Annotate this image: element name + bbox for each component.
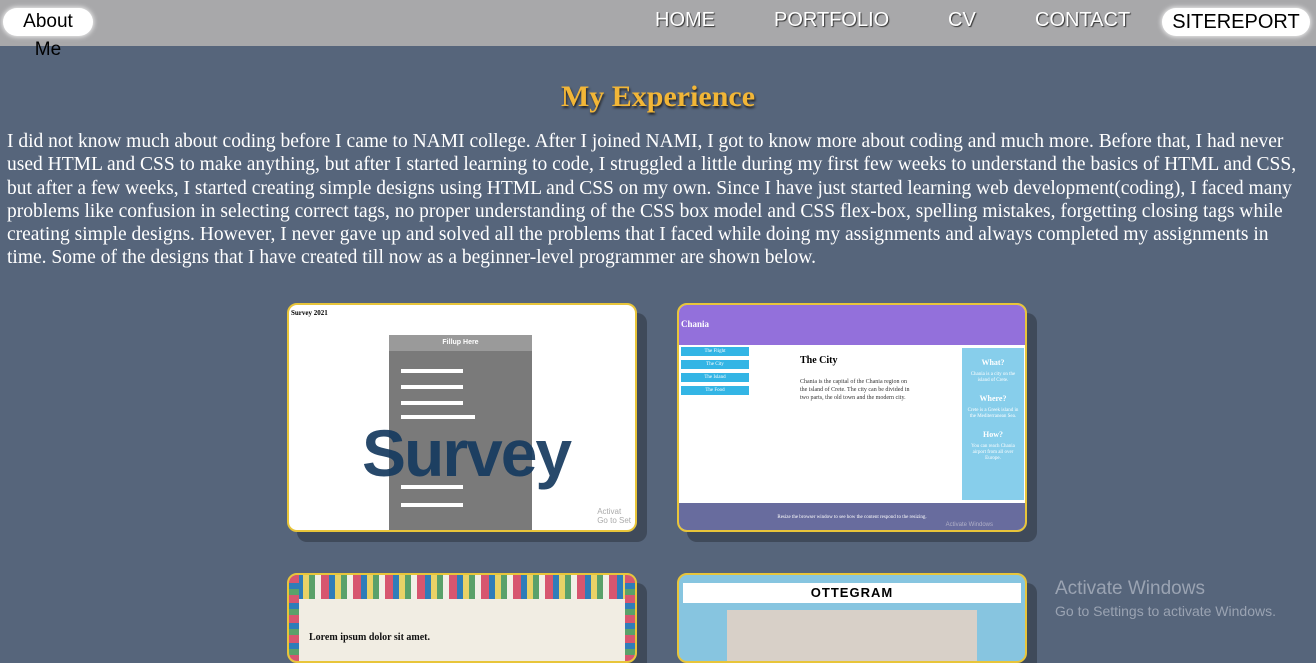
nav-home[interactable]: HOME: [655, 9, 715, 32]
floral-border-left: [289, 575, 299, 661]
floral-border-top: [289, 575, 635, 599]
survey-field: [401, 401, 463, 405]
windows-watermark-sub: Go to Settings to activate Windows.: [1055, 603, 1276, 619]
chania-menu-item: The Flight: [681, 347, 749, 356]
nav-cv[interactable]: CV: [948, 9, 976, 32]
project-card-floral[interactable]: Lorem ipsum dolor sit amet.: [287, 573, 637, 663]
project-card-chania[interactable]: Chania The Flight The City The Island Th…: [677, 303, 1027, 532]
page-title: My Experience: [560, 80, 756, 113]
aside-heading: What?: [981, 358, 1005, 367]
activate-line: Activat: [597, 507, 622, 516]
survey-field: [401, 503, 463, 507]
aside-text: You can reach Chania airport from all ov…: [971, 444, 1015, 461]
ottegram-image: [727, 610, 977, 661]
windows-watermark-title: Activate Windows: [1055, 578, 1205, 599]
chania-menu-item: The City: [681, 360, 749, 369]
aside-heading: Where?: [979, 394, 1007, 403]
aside-text: Crete is a Greek island in the Mediterra…: [967, 408, 1019, 419]
chania-aside: What? Chania is a city on the island of …: [962, 348, 1024, 500]
intro-paragraph: I did not know much about coding before …: [7, 131, 1297, 269]
nav-about-me[interactable]: About Me: [3, 8, 93, 60]
floral-card-text: Lorem ipsum dolor sit amet.: [309, 632, 431, 643]
chania-header-label: Chania: [681, 319, 710, 329]
nav-contact[interactable]: CONTACT: [1035, 9, 1130, 32]
aside-heading: How?: [983, 430, 1003, 439]
chania-menu-item: The Food: [681, 386, 749, 395]
chania-menu-item: The Island: [681, 373, 749, 382]
survey-field: [401, 385, 463, 389]
ottegram-title: OTTEGRAM: [683, 583, 1021, 603]
nav-sitereport[interactable]: SITEREPORT: [1162, 8, 1310, 36]
chania-city-text: Chania is the capital of the Chania regi…: [800, 379, 910, 401]
project-card-ottegram[interactable]: OTTEGRAM: [677, 573, 1027, 663]
activate-line: Go to Set: [597, 516, 631, 525]
chania-activate-watermark: Activate Windows: [945, 522, 993, 528]
survey-logo-word: Survey: [362, 416, 572, 490]
top-navbar: About Me HOME PORTFOLIO CV CONTACT SITER…: [0, 0, 1316, 60]
survey-activate-watermark: Activat Go to Set: [597, 507, 631, 525]
survey-page-title: Survey 2021: [291, 309, 328, 317]
survey-form-header: Fillup Here: [389, 335, 532, 351]
chania-city-title: The City: [800, 355, 838, 366]
survey-field: [401, 369, 463, 373]
chania-header: Chania: [679, 305, 1025, 345]
aside-text: Chania is a city on the island of Crete.: [970, 372, 1016, 383]
floral-border-right: [625, 575, 635, 661]
project-card-survey[interactable]: Survey 2021 Fillup Here Survey Activat G…: [287, 303, 637, 532]
nav-portfolio[interactable]: PORTFOLIO: [774, 9, 889, 32]
